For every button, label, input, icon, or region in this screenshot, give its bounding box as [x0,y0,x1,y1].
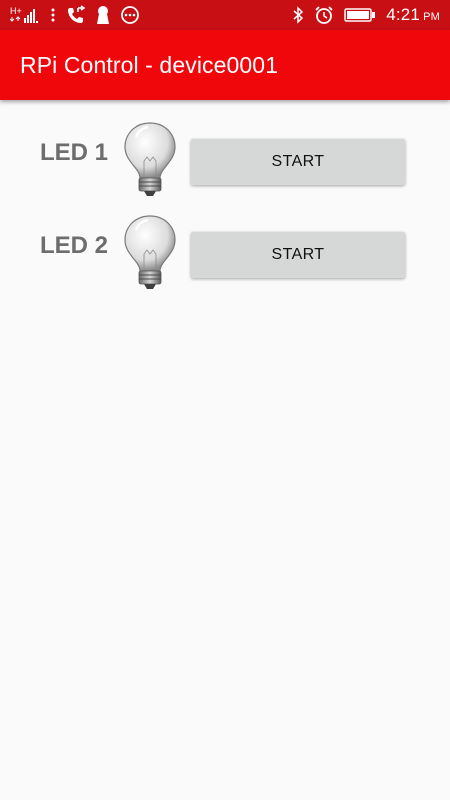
status-clock: 4:21 PM [386,5,440,25]
app-bar: RPi Control - device0001 [0,30,450,100]
app-title: RPi Control - device0001 [20,52,279,78]
led2-start-button[interactable]: START [191,232,405,278]
led-label: LED 1 [40,139,109,166]
battery-icon [344,7,376,23]
call-forward-icon [66,5,86,25]
status-bar-left: H+ [10,5,140,25]
network-h-plus-icon: H+ [10,5,40,25]
clock-ampm: PM [423,11,440,23]
keyhole-icon [96,5,110,25]
led1-start-button[interactable]: START [191,139,405,185]
clock-time: 4:21 [386,5,421,24]
bluetooth-icon [292,6,304,24]
chat-bubble-icon [120,5,140,25]
alarm-clock-icon [314,5,334,25]
more-vert-icon [50,7,56,23]
status-bar-right: 4:21 PM [292,5,440,25]
svg-text:H+: H+ [10,6,22,16]
light-bulb-icon [124,215,176,289]
led-label: LED 2 [40,232,109,259]
led-row-1: LED 1 START [0,121,450,201]
status-bar: H+ 4:21 PM [0,0,450,30]
led-row-2: LED 2 START [0,214,450,294]
light-bulb-icon [124,122,176,196]
